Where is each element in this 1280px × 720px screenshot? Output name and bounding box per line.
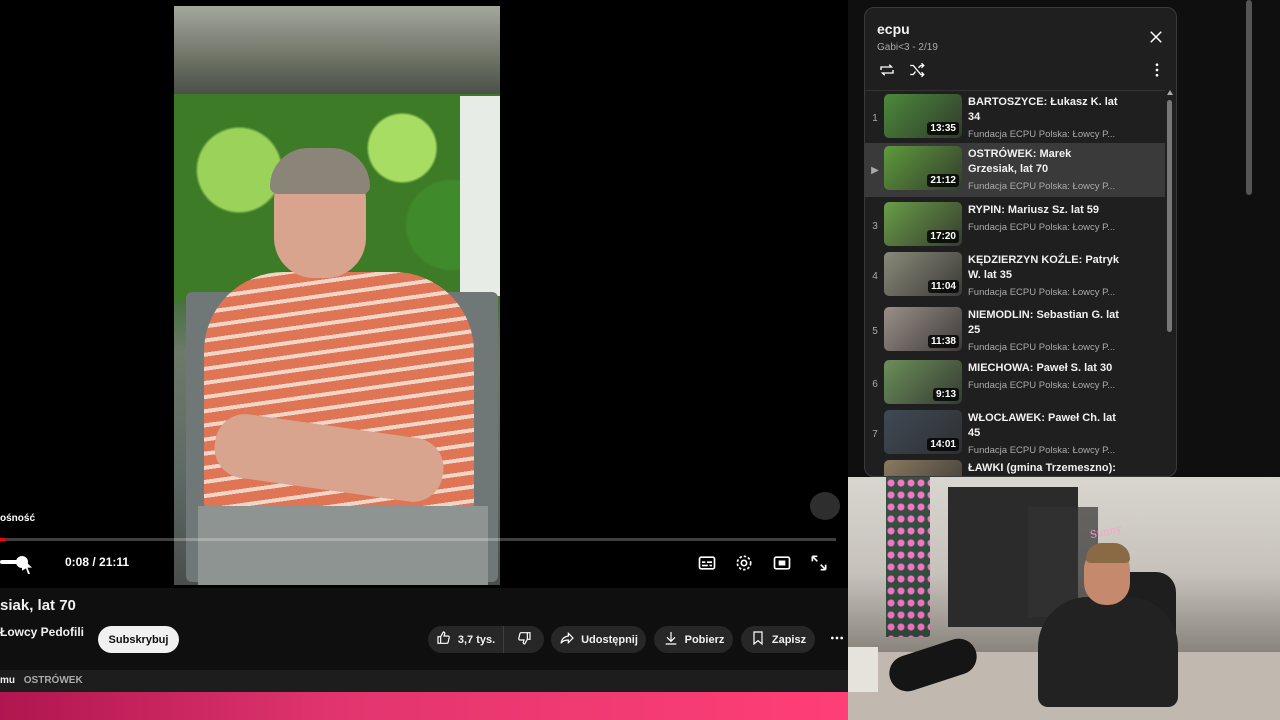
like-button[interactable]: 3,7 tys. <box>428 626 504 653</box>
playlist-item-title[interactable]: MIECHOWA: Paweł S. lat 30 <box>968 361 1120 376</box>
description-tag[interactable]: OSTRÓWEK <box>24 675 83 686</box>
share-label: Udostępnij <box>581 633 638 646</box>
progress-bar[interactable] <box>0 538 836 541</box>
playlist-item-thumbnail[interactable] <box>884 460 962 476</box>
playlist-item-channel: Fundacja ECPU Polska: Łowcy P... <box>968 380 1116 391</box>
playlist-item-channel: Fundacja ECPU Polska: Łowcy P... <box>968 287 1116 298</box>
more-horizontal-icon <box>829 630 845 649</box>
webcam-person-shirt <box>1038 597 1178 707</box>
video-scene-shorts <box>198 506 488 585</box>
playlist-item-title[interactable]: BARTOSZYCE: Łukasz K. lat 34 <box>968 95 1120 125</box>
miniplayer-icon[interactable] <box>769 550 795 576</box>
share-button[interactable]: Udostępnij <box>551 626 646 653</box>
playlist-item-index: 7 <box>872 428 878 440</box>
playlist-scrollbar[interactable] <box>1167 100 1172 332</box>
webcam-christmas-tree <box>886 477 930 637</box>
playlist-item-thumbnail[interactable]: 13:35 <box>884 94 962 138</box>
playlist-item-title[interactable]: RYPIN: Mariusz Sz. lat 59 <box>968 203 1120 218</box>
playlist-item-index: 3 <box>872 220 878 232</box>
download-label: Pobierz <box>684 633 725 646</box>
playlist-item-duration: 14:01 <box>927 438 959 451</box>
thumbs-up-icon <box>436 630 452 649</box>
playlist-item-thumbnail[interactable]: 17:20 <box>884 202 962 246</box>
bookmark-icon <box>750 630 766 649</box>
playlist-item-channel: Fundacja ECPU Polska: Łowcy P... <box>968 342 1116 353</box>
webcam-person-hair <box>1086 543 1130 563</box>
playlist-item[interactable]: 4 11:04 KĘDZIERZYN KOŹLE: Patryk W. lat 35… <box>865 249 1165 303</box>
playlist-item[interactable]: 5 11:38 NIEMODLIN: Sebastian G. lat 25 Fund… <box>865 304 1165 358</box>
video-player[interactable] <box>0 0 848 588</box>
playlist-item-title[interactable]: OSTRÓWEK: Marek Grzesiak, lat 70 <box>968 147 1120 177</box>
playlist-title[interactable]: ecpu <box>877 21 910 37</box>
save-label: Zapisz <box>771 633 807 646</box>
video-title: siak, lat 70 <box>0 597 76 614</box>
description-snippet[interactable]: mu OSTRÓWEK <box>0 670 848 692</box>
progress-fill <box>0 538 6 541</box>
download-button[interactable]: Pobierz <box>654 626 733 653</box>
thumbs-down-icon <box>516 630 532 649</box>
fullscreen-icon[interactable] <box>806 550 832 576</box>
video-scene-roof <box>174 6 500 94</box>
playlist-item-duration: 21:12 <box>927 174 959 187</box>
playlist-item-index: 8 <box>869 457 881 476</box>
playlist-item-channel: Fundacja ECPU Polska: Łowcy P... <box>968 129 1116 140</box>
webcam-cup <box>848 647 878 692</box>
playlist-item[interactable]: 8 ŁAWKI (gmina Trzemeszno): Damian N. lat… <box>865 457 1165 476</box>
playlist-item-index: 5 <box>872 325 878 337</box>
playlist-item-title[interactable]: ŁAWKI (gmina Trzemeszno): Damian N. lat … <box>968 461 1120 476</box>
playlist-panel: ecpu Gabi<3 - 2/19 1 13:35 BARTOSZYCE: Łuk… <box>864 7 1177 477</box>
video-scene-wall <box>460 96 500 296</box>
playlist-item-index: 4 <box>872 270 878 282</box>
overlay-banner <box>0 692 848 720</box>
share-icon <box>559 630 575 649</box>
page-scrollbar[interactable] <box>1246 0 1252 195</box>
dislike-button[interactable] <box>504 626 544 653</box>
webcam-overlay: Sunny <box>848 477 1280 720</box>
playlist-item-thumbnail[interactable]: 14:01 <box>884 410 962 454</box>
playlist-item-title[interactable]: WŁOCŁAWEK: Paweł Ch. lat 45 <box>968 411 1120 441</box>
playlist-item-thumbnail[interactable]: 11:38 <box>884 307 962 351</box>
playlist-item-duration: 11:38 <box>927 335 959 348</box>
download-icon <box>663 630 679 649</box>
subscribe-button[interactable]: Subskrybuj <box>98 626 179 653</box>
playlist-item-duration: 17:20 <box>927 230 959 243</box>
playlist-item-channel: Fundacja ECPU Polska: Łowcy P... <box>968 222 1116 233</box>
playlist-item-duration: 13:35 <box>927 122 959 135</box>
close-icon[interactable] <box>1145 26 1167 48</box>
playlist-item-thumbnail[interactable]: 21:12 <box>884 146 962 190</box>
playlist-item-channel: Fundacja ECPU Polska: Łowcy P... <box>968 181 1116 192</box>
playlist-items: 1 13:35 BARTOSZYCE: Łukasz K. lat 34 Fundac… <box>865 90 1165 476</box>
settings-icon[interactable] <box>731 550 757 576</box>
playlist-item[interactable]: 7 14:01 WŁOCŁAWEK: Paweł Ch. lat 45 Fundacj… <box>865 407 1165 461</box>
playlist-item[interactable]: 6 9:13 MIECHOWA: Paweł S. lat 30 Fundacja E… <box>865 357 1165 411</box>
playlist-item-thumbnail[interactable]: 11:04 <box>884 252 962 296</box>
playlist-item-duration: 11:04 <box>927 280 959 293</box>
loop-icon[interactable] <box>876 59 898 81</box>
playlist-item-channel: Fundacja ECPU Polska: Łowcy P... <box>968 445 1116 456</box>
volume-tooltip: ośność <box>0 513 36 524</box>
like-count: 3,7 tys. <box>457 633 496 646</box>
time-display: 0:08 / 21:11 <box>65 555 130 569</box>
shuffle-icon[interactable] <box>906 59 928 81</box>
playlist-item-duration: 9:13 <box>932 388 959 401</box>
scroll-up-arrow-icon[interactable] <box>1167 90 1173 95</box>
channel-watermark-icon[interactable] <box>810 492 840 520</box>
playlist-item-index: 1 <box>872 112 878 124</box>
description-prefix: mu <box>0 675 15 686</box>
playlist-item[interactable]: 3 17:20 RYPIN: Mariusz Sz. lat 59 Fundacja … <box>865 199 1165 253</box>
video-frame[interactable] <box>174 6 500 585</box>
save-button[interactable]: Zapisz <box>741 626 815 653</box>
playlist-subtitle: Gabi<3 - 2/19 <box>877 42 938 53</box>
playlist-item-thumbnail[interactable]: 9:13 <box>884 360 962 404</box>
more-vertical-icon[interactable] <box>1146 59 1168 81</box>
playlist-item-index: 6 <box>872 378 878 390</box>
playlist-item[interactable]: ▶ 21:12 OSTRÓWEK: Marek Grzesiak, lat 70 Fu… <box>865 143 1165 197</box>
playlist-item-title[interactable]: KĘDZIERZYN KOŹLE: Patryk W. lat 35 <box>968 253 1120 283</box>
playlist-item-index: ▶ <box>871 164 879 176</box>
playlist-item-title[interactable]: NIEMODLIN: Sebastian G. lat 25 <box>968 308 1120 338</box>
like-dislike-group: 3,7 tys. <box>428 626 544 653</box>
playlist-item[interactable]: 1 13:35 BARTOSZYCE: Łukasz K. lat 34 Fundac… <box>865 91 1165 145</box>
subtitles-icon[interactable] <box>694 550 720 576</box>
channel-name[interactable]: Łowcy Pedofili <box>0 625 84 639</box>
